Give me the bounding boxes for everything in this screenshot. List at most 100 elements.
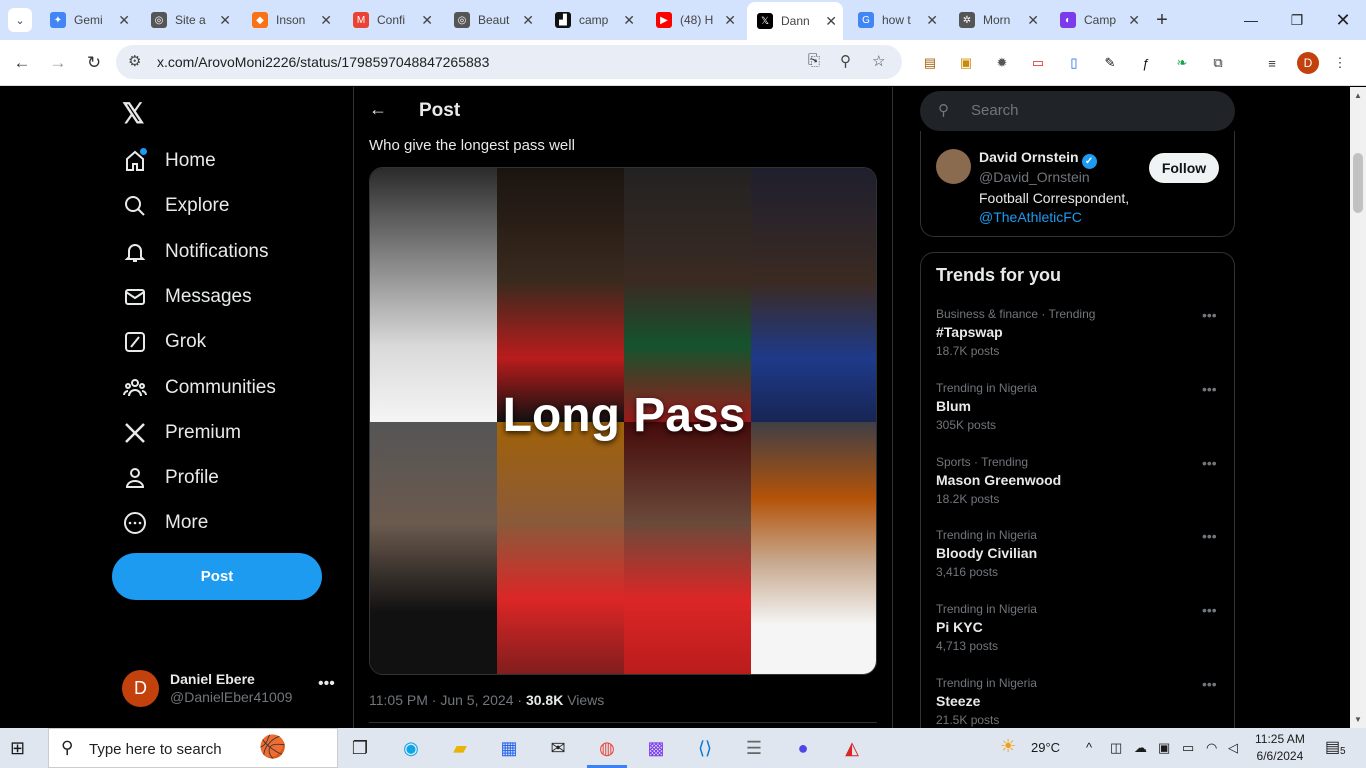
trend-item[interactable]: Trending in Nigeria Blum 305K posts •••	[921, 381, 1234, 455]
tab-close-icon[interactable]: ✕	[219, 12, 231, 29]
battery-icon[interactable]: ▭	[1182, 740, 1194, 756]
close-window-button[interactable]: ✕	[1320, 0, 1366, 40]
scroll-up-arrow-icon[interactable]: ▲	[1354, 91, 1362, 100]
page-scrollbar[interactable]: ▲ ▼	[1350, 87, 1366, 728]
database-icon[interactable]: ☰	[740, 734, 768, 762]
tab-close-icon[interactable]: ✕	[926, 12, 938, 29]
more-dots-icon[interactable]: •••	[1202, 381, 1217, 397]
site-info-icon[interactable]: ⚙	[128, 52, 141, 70]
extension-icon[interactable]: ▣	[956, 53, 976, 73]
address-bar[interactable]: ⚙ x.com/ArovoMoni2226/status/17985970488…	[116, 45, 902, 79]
bug-extension-icon[interactable]: ✹	[992, 53, 1012, 73]
edge-icon[interactable]: ◉	[397, 734, 425, 762]
url-text[interactable]: x.com/ArovoMoni2226/status/1798597048847…	[157, 54, 489, 70]
tab-close-icon[interactable]: ✕	[623, 12, 635, 29]
windows-start-icon[interactable]: ⊞	[10, 738, 25, 759]
zoom-icon[interactable]: ⚲	[840, 52, 851, 70]
trend-item[interactable]: Sports · Trending Mason Greenwood 18.2K po…	[921, 455, 1234, 529]
wifi-icon[interactable]: ◠	[1206, 740, 1217, 756]
tab-close-icon[interactable]: ✕	[421, 12, 433, 29]
avatar[interactable]	[936, 149, 971, 184]
app-icon[interactable]: ◭	[838, 734, 866, 762]
tab-close-icon[interactable]: ✕	[522, 12, 534, 29]
account-switcher[interactable]: D Daniel Ebere @DanielEber41009 •••	[122, 669, 342, 709]
sidebar-item-explore[interactable]: Explore	[122, 186, 229, 226]
trend-item[interactable]: Trending in Nigeria Steeze 21.5K posts •••	[921, 676, 1234, 728]
browser-tab[interactable]: ▶ (48) H ✕	[646, 6, 742, 34]
browser-tab[interactable]: ▟ camp ✕	[545, 6, 641, 34]
volume-icon[interactable]: ◁	[1228, 740, 1238, 756]
sidebar-item-premium[interactable]: Premium	[122, 413, 241, 453]
browser-tab[interactable]: Ghow t ✕	[848, 6, 944, 34]
sidebar-item-more[interactable]: More	[122, 503, 208, 543]
browser-profile-avatar[interactable]: D	[1297, 52, 1319, 74]
more-dots-icon[interactable]: •••	[1202, 307, 1217, 323]
onedrive-icon[interactable]: ☁	[1134, 740, 1147, 756]
reload-button[interactable]: ↻	[79, 48, 109, 78]
more-dots-icon[interactable]: •••	[1202, 602, 1217, 618]
sidebar-item-home[interactable]: Home	[122, 141, 216, 181]
tab-close-icon[interactable]: ✕	[724, 12, 736, 29]
back-button[interactable]: ←	[7, 48, 37, 78]
extension-icon[interactable]: ▯	[1064, 53, 1084, 73]
browser-tab[interactable]: ◎ Site a ✕	[141, 6, 237, 34]
post-button[interactable]: Post	[112, 553, 322, 600]
tab-close-icon[interactable]: ✕	[118, 12, 130, 29]
tab-close-icon[interactable]: ✕	[1027, 12, 1039, 29]
vscode-icon[interactable]: ⟨⟩	[691, 734, 719, 762]
search-box[interactable]: ⚲ Search	[920, 91, 1235, 131]
eyedropper-extension-icon[interactable]: ✎	[1100, 53, 1120, 73]
tab-close-icon[interactable]: ✕	[320, 12, 332, 29]
mail-icon[interactable]: ✉	[544, 734, 572, 762]
extensions-puzzle-icon[interactable]: ⧉	[1208, 53, 1228, 73]
chrome-icon[interactable]: ◍	[593, 734, 621, 762]
more-dots-icon[interactable]: •••	[1202, 676, 1217, 692]
font-extension-icon[interactable]: ƒ	[1136, 53, 1156, 73]
browser-tab[interactable]: 𝕏 Dann ✕	[747, 2, 843, 40]
leaf-extension-icon[interactable]: ❧	[1172, 53, 1192, 73]
tab-close-icon[interactable]: ✕	[1128, 12, 1140, 29]
scroll-down-arrow-icon[interactable]: ▼	[1354, 715, 1362, 724]
browser-tab[interactable]: ◆ Inson ✕	[242, 6, 338, 34]
tray-chevron-icon[interactable]: ^	[1086, 740, 1092, 755]
minimize-button[interactable]: —	[1228, 0, 1274, 40]
file-explorer-icon[interactable]: ▰	[446, 734, 474, 762]
notification-center-icon[interactable]: ▤	[1325, 737, 1340, 757]
extension-icon[interactable]: ▭	[1028, 53, 1048, 73]
tray-icon[interactable]: ◫	[1110, 740, 1122, 756]
sidebar-item-profile[interactable]: Profile	[122, 458, 219, 498]
follow-button[interactable]: Follow	[1149, 153, 1219, 183]
forward-button[interactable]: →	[43, 48, 73, 78]
tweet-image[interactable]: Long Pass	[369, 167, 877, 675]
weather-icon[interactable]: ☀	[1000, 736, 1016, 757]
weather-temp[interactable]: 29°C	[1031, 740, 1060, 755]
browser-menu-icon[interactable]: ⋮	[1330, 53, 1350, 73]
restore-button[interactable]: ❐	[1274, 0, 1320, 40]
browser-tab[interactable]: ◐ Camp ✕	[1050, 6, 1146, 34]
x-logo[interactable]: 𝕏	[122, 97, 145, 130]
sidebar-item-grok[interactable]: Grok	[122, 322, 206, 362]
taskbar-search[interactable]: ⚲ Type here to search 🏀	[48, 728, 338, 768]
browser-tab[interactable]: M Confi ✕	[343, 6, 439, 34]
task-view-icon[interactable]: ❐	[346, 734, 374, 762]
more-dots-icon[interactable]: •••	[1202, 455, 1217, 471]
taskbar-search-input[interactable]: Type here to search	[89, 741, 222, 758]
scrollbar-thumb[interactable]	[1353, 153, 1363, 213]
tray-icon[interactable]: ▣	[1158, 740, 1170, 756]
install-icon[interactable]: ⎘	[808, 52, 820, 69]
store-icon[interactable]: ▦	[495, 734, 523, 762]
trend-item[interactable]: Trending in Nigeria Pi KYC 4,713 posts •••	[921, 602, 1234, 676]
search-input[interactable]: Search	[971, 102, 1019, 119]
browser-tab[interactable]: ◎ Beaut ✕	[444, 6, 540, 34]
taskbar-clock[interactable]: 11:25 AM 6/6/2024	[1255, 731, 1305, 765]
more-dots-icon[interactable]: •••	[318, 675, 335, 693]
tweet-time[interactable]: 11:05 PM · Jun 5, 2024 ·	[369, 692, 526, 708]
app-icon[interactable]: ●	[789, 734, 817, 762]
browser-tab[interactable]: ✦ Gemi ✕	[40, 6, 136, 34]
trend-item[interactable]: Business & finance · Trending #Tapswap 18.…	[921, 307, 1234, 381]
new-tab-button[interactable]: +	[1152, 6, 1172, 34]
back-arrow-icon[interactable]: ←	[369, 99, 387, 120]
trend-item[interactable]: Trending in Nigeria Bloody Civilian 3,416 …	[921, 528, 1234, 602]
bookmark-star-icon[interactable]: ☆	[872, 52, 885, 70]
suggested-user-name[interactable]: David Ornstein ✓	[979, 149, 1097, 169]
